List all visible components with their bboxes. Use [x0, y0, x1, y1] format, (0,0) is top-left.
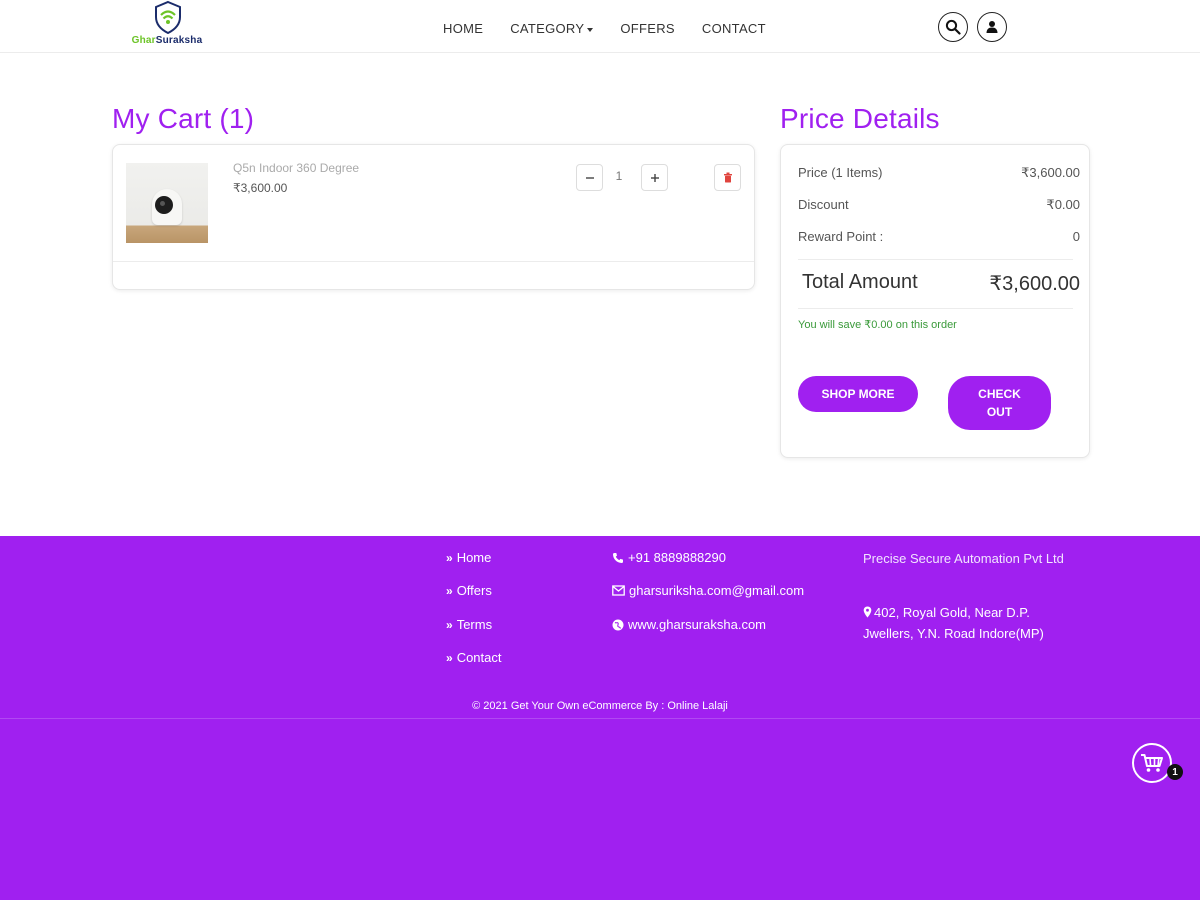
- globe-icon: [612, 619, 624, 630]
- price-divider: [798, 259, 1073, 260]
- footer-link-label: Offers: [456, 583, 492, 598]
- double-chevron-right-icon: »: [446, 550, 453, 565]
- user-icon: [986, 21, 998, 33]
- phone-icon: [613, 552, 623, 563]
- footer-copyright-text: 2021 Get Your Own eCommerce By : Online …: [483, 700, 728, 712]
- footer-divider: [0, 718, 1200, 719]
- decrease-quantity-button[interactable]: [576, 164, 603, 191]
- nav-contact[interactable]: CONTACT: [702, 21, 766, 36]
- copyright-icon: ©: [472, 700, 484, 712]
- caret-down-icon: [587, 27, 594, 32]
- account-button[interactable]: [977, 12, 1007, 42]
- map-marker-icon: [863, 606, 872, 618]
- discount-row-label: Discount: [798, 197, 849, 212]
- footer-link-label: Home: [456, 550, 492, 565]
- cart-count-badge: 1: [1167, 764, 1183, 780]
- discount-row-value: ₹0.00: [1046, 197, 1080, 212]
- nav-offers[interactable]: OFFERS: [620, 21, 675, 36]
- total-amount-value: ₹3,600.00: [989, 273, 1080, 295]
- total-amount-row: Total Amount ₹3,600.00: [802, 271, 1080, 296]
- footer-link-offers[interactable]: » Offers: [446, 583, 492, 598]
- shop-more-button[interactable]: SHOP MORE: [798, 376, 918, 412]
- footer-email-text: gharsuriksha.com@gmail.com: [629, 583, 805, 598]
- footer-company-name: Precise Secure Automation Pvt Ltd: [863, 551, 1064, 566]
- trash-icon: [723, 172, 732, 183]
- nav-category[interactable]: CATEGORY: [510, 21, 594, 36]
- footer-copyright: © 2021 Get Your Own eCommerce By : Onlin…: [0, 700, 1200, 712]
- footer-address: 402, Royal Gold, Near D.P. Jwellers, Y.N…: [863, 602, 1073, 644]
- footer-website[interactable]: www.gharsuraksha.com: [612, 617, 766, 632]
- cart-items-card: Q5n Indoor 360 Degree ₹3,600.00 1: [112, 144, 755, 290]
- double-chevron-right-icon: »: [446, 650, 453, 665]
- price-row-value: ₹3,600.00: [1021, 165, 1080, 180]
- discount-row: Discount ₹0.00: [798, 197, 1080, 213]
- brand-logo[interactable]: GharSuraksha: [122, 0, 212, 52]
- footer-link-contact[interactable]: » Contact: [446, 650, 502, 665]
- price-row-label: Price (1 Items): [798, 165, 883, 180]
- site-footer: » Home » Offers » Terms » Contact +91 888988…: [0, 536, 1200, 900]
- nav-home[interactable]: HOME: [443, 21, 483, 36]
- footer-phone[interactable]: +91 8889888290: [612, 550, 726, 565]
- search-icon: [945, 19, 961, 35]
- cart-title: My Cart (1): [112, 103, 255, 134]
- minus-icon: [585, 176, 594, 179]
- footer-link-home[interactable]: » Home: [446, 550, 491, 565]
- double-chevron-right-icon: »: [446, 583, 453, 598]
- envelope-icon: [612, 585, 625, 596]
- total-amount-label: Total Amount: [802, 271, 918, 293]
- shopping-cart-icon: [1141, 754, 1163, 772]
- increase-quantity-button[interactable]: [641, 164, 668, 191]
- product-image[interactable]: [126, 163, 208, 243]
- footer-link-label: Terms: [456, 617, 493, 632]
- price-details-card: Price (1 Items) ₹3,600.00 Discount ₹0.00…: [780, 144, 1090, 458]
- remove-item-button[interactable]: [714, 164, 741, 191]
- reward-point-row: Reward Point : 0: [798, 229, 1080, 244]
- footer-link-terms[interactable]: » Terms: [446, 617, 492, 632]
- double-chevron-right-icon: »: [446, 617, 453, 632]
- footer-email[interactable]: gharsuriksha.com@gmail.com: [612, 583, 804, 598]
- shield-wifi-icon: [155, 0, 181, 34]
- reward-point-label: Reward Point :: [798, 229, 884, 244]
- savings-note: You will save ₹0.00 on this order: [798, 319, 957, 331]
- reward-point-value: 0: [1072, 229, 1080, 244]
- nav-category-label: CATEGORY: [510, 21, 585, 36]
- price-details-title: Price Details: [780, 103, 940, 134]
- camera-lens-dot: [160, 201, 165, 206]
- footer-website-text: www.gharsuraksha.com: [628, 617, 766, 632]
- main-nav: HOME CATEGORY OFFERS CONTACT: [443, 21, 793, 36]
- total-divider: [798, 308, 1073, 309]
- cart-divider: [113, 261, 754, 262]
- plus-icon: [650, 173, 659, 182]
- footer-link-label: Contact: [456, 650, 502, 665]
- floating-cart-button[interactable]: [1132, 743, 1172, 783]
- brand-name: GharSuraksha: [131, 35, 203, 46]
- quantity-value[interactable]: 1: [609, 169, 629, 183]
- product-price: ₹3,600.00: [233, 181, 288, 195]
- product-name[interactable]: Q5n Indoor 360 Degree: [233, 161, 359, 175]
- search-button[interactable]: [938, 12, 968, 42]
- checkout-button[interactable]: CHECK OUT: [948, 376, 1051, 430]
- site-header: GharSuraksha HOME CATEGORY OFFERS CONTAC…: [0, 0, 1200, 53]
- footer-phone-text: +91 8889888290: [628, 550, 726, 565]
- footer-address-text: 402, Royal Gold, Near D.P. Jwellers, Y.N…: [863, 605, 1044, 641]
- price-row: Price (1 Items) ₹3,600.00: [798, 165, 1080, 181]
